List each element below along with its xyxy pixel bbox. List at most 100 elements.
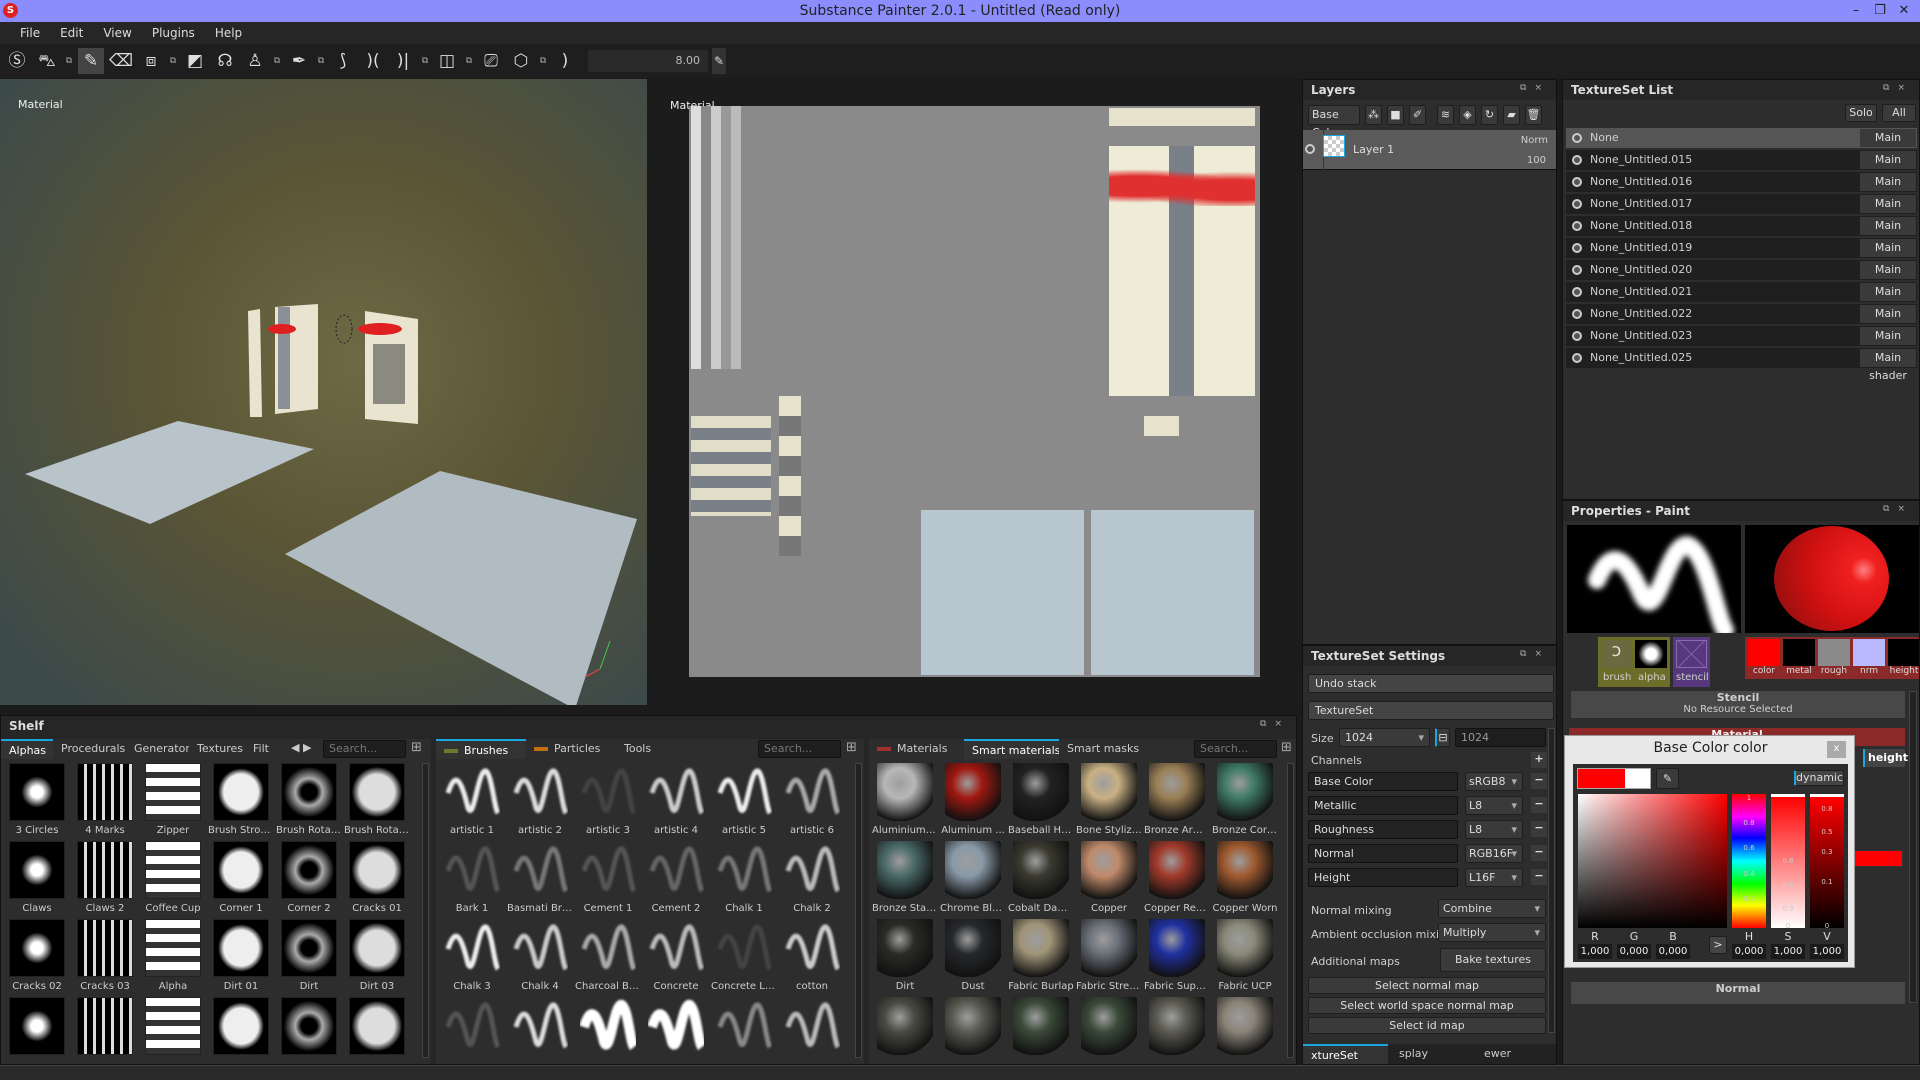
channel-format-select[interactable]: RGB16F (1465, 844, 1523, 863)
shader-select[interactable]: Main shader (1860, 195, 1916, 228)
alpha-item[interactable] (71, 997, 139, 1075)
remove-channel-button[interactable]: − (1531, 797, 1547, 813)
brush-item[interactable]: artistic 4 (642, 763, 710, 841)
tab-smart-masks[interactable]: Smart masks (1059, 739, 1141, 759)
channel-format-select[interactable]: L8 (1465, 796, 1523, 815)
brush-item[interactable] (574, 997, 642, 1075)
shader-select[interactable]: Main shader (1860, 305, 1916, 338)
material-item[interactable]: Bronze Corr... (1211, 763, 1279, 841)
projection-icon[interactable]: ⧈ (138, 48, 164, 74)
alpha-item[interactable]: Dirt (275, 919, 343, 997)
substance-icon[interactable]: Ⓢ (4, 48, 30, 74)
scrollbar[interactable] (422, 763, 429, 1058)
add-mask-icon[interactable]: ■ (1387, 105, 1404, 125)
tab-particles[interactable]: Particles (526, 739, 616, 759)
symmetry-x-icon[interactable]: )( (360, 48, 386, 74)
hue-slider[interactable]: 1 0.8 0.6 0.4 0.2 (1732, 794, 1766, 928)
tab-textureset-settings[interactable]: xtureSet Settinç (1303, 1044, 1388, 1064)
visibility-radio[interactable] (1572, 265, 1582, 275)
add-layer-icon[interactable]: ≋ (1437, 105, 1454, 125)
split-view-icon[interactable]: ◫ (434, 48, 460, 74)
brush-item[interactable]: Chalk 2 (778, 841, 846, 919)
textureset-row[interactable]: None_Untitled.015 Main shader (1566, 150, 1917, 184)
shader-select[interactable]: Main shader (1860, 173, 1916, 206)
delete-layer-icon[interactable]: 🗑 (1525, 105, 1542, 125)
textureset-row[interactable]: None_Untitled.021 Main shader (1566, 282, 1917, 316)
alpha-item[interactable] (343, 997, 411, 1075)
material-item[interactable] (1007, 997, 1075, 1075)
lock-icon[interactable]: ⊟ (1435, 728, 1450, 747)
minimize-button[interactable]: – (1844, 0, 1868, 22)
channel-swatch-rough[interactable]: rough (1818, 639, 1850, 677)
solo-button[interactable]: Solo (1845, 104, 1877, 122)
alpha-item[interactable]: 4 Marks (71, 763, 139, 841)
alpha-thumb[interactable] (1635, 640, 1667, 668)
camera-icon[interactable]: ⎚ (478, 48, 504, 74)
shader-select[interactable]: Main shader (1860, 151, 1916, 184)
brush-item[interactable]: Chalk 1 (710, 841, 778, 919)
close-window-button[interactable]: ✕ (1892, 0, 1916, 22)
alpha-item[interactable]: Corner 1 (207, 841, 275, 919)
brush-item[interactable]: Concrete (642, 919, 710, 997)
normal-section[interactable]: Normal (1571, 982, 1905, 1004)
remove-channel-button[interactable]: − (1531, 773, 1547, 789)
sv-square[interactable] (1578, 794, 1727, 928)
smudge-icon[interactable]: ☊ (212, 48, 238, 74)
textureset-row[interactable]: None_Untitled.019 Main shader (1566, 238, 1917, 272)
material-item[interactable]: Fabric Burlap (1007, 919, 1075, 997)
material-item[interactable]: Fabric Stretc... (1075, 919, 1143, 997)
menu-help[interactable]: Help (205, 22, 252, 44)
tab-brushes[interactable]: Brushes (436, 739, 526, 759)
material-item[interactable] (1075, 997, 1143, 1075)
clone-stamp-icon[interactable]: ♙ (242, 48, 268, 74)
popout-icon[interactable]: ⧉ (272, 48, 282, 74)
brush-item[interactable]: artistic 1 (438, 763, 506, 841)
grid-view-icon[interactable]: ⊞ (1281, 740, 1292, 755)
visibility-radio[interactable] (1572, 199, 1582, 209)
alpha-item[interactable]: Dirt 03 (343, 919, 411, 997)
brush-item[interactable] (778, 997, 846, 1075)
menu-view[interactable]: View (93, 22, 141, 44)
visibility-toggle[interactable] (1305, 144, 1315, 154)
material-item[interactable]: Fabric UCP (1211, 919, 1279, 997)
v-value-field[interactable]: 1,000 (1810, 944, 1844, 959)
shader-select[interactable]: Main shader (1860, 327, 1916, 360)
panel-float-close-icons[interactable]: ⧉× (1260, 719, 1290, 729)
brush-item[interactable]: artistic 5 (710, 763, 778, 841)
shader-select[interactable]: Main shader (1860, 283, 1916, 316)
scroll-tabs-arrows[interactable]: ◀ ▶ (291, 741, 311, 754)
clear-icon[interactable]: ✐ (1409, 105, 1426, 125)
channel-format-select[interactable]: sRGB8 (1465, 772, 1523, 791)
alpha-item[interactable]: Cracks 02 (3, 919, 71, 997)
viewport-2d[interactable]: Material (650, 79, 1297, 705)
textureset-row[interactable]: None Main shader (1566, 128, 1917, 162)
brush-item[interactable]: Bark 1 (438, 841, 506, 919)
shader-select[interactable]: Main shader (1860, 217, 1916, 250)
visibility-radio[interactable] (1572, 155, 1582, 165)
size-select[interactable]: 1024 (1339, 728, 1430, 747)
visibility-radio[interactable] (1572, 331, 1582, 341)
scrollbar[interactable] (1548, 728, 1555, 1033)
layer-opacity[interactable]: 100 (1527, 155, 1546, 166)
grid-view-icon[interactable]: ⊞ (411, 740, 422, 755)
alpha-item[interactable]: 3 Circles (3, 763, 71, 841)
add-channel-button[interactable]: + (1531, 752, 1547, 768)
tab-textures[interactable]: Textures (189, 739, 245, 759)
tab-generators[interactable]: Generators (126, 739, 189, 759)
tab-viewer-settings[interactable]: ewer Settinç (1476, 1044, 1556, 1064)
brush-item[interactable] (438, 997, 506, 1075)
channel-swatch-color[interactable]: color (1748, 639, 1780, 677)
alpha-item[interactable]: Brush Strok... (207, 763, 275, 841)
saturation-slider[interactable]: 0.8 0.6 0.3 0 (1771, 794, 1805, 930)
shader-select[interactable]: Main shader (1860, 349, 1916, 382)
material-item[interactable]: Bronze Armor (1143, 763, 1211, 841)
textureset-row[interactable]: None_Untitled.016 Main shader (1566, 172, 1917, 206)
visibility-radio[interactable] (1572, 221, 1582, 231)
visibility-radio[interactable] (1572, 243, 1582, 253)
edit-pencil-icon[interactable]: ✎ (712, 48, 726, 74)
shop-icon[interactable]: ⛍ (34, 48, 60, 74)
close-dialog-button[interactable]: x (1827, 741, 1846, 758)
alpha-item[interactable]: Dirt 01 (207, 919, 275, 997)
stencil-section[interactable]: Stencil No Resource Selected (1571, 691, 1905, 718)
popout-icon[interactable]: ⧉ (464, 48, 474, 74)
